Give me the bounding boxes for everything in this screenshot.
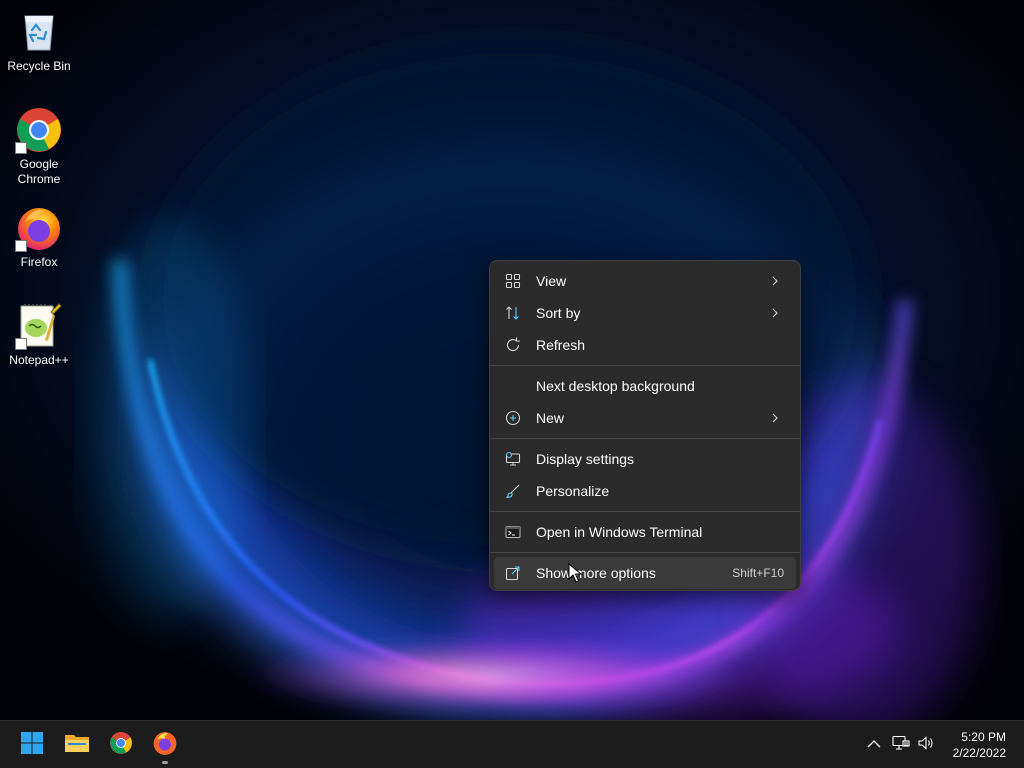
sort-icon bbox=[504, 304, 522, 322]
menu-item-refresh[interactable]: Refresh bbox=[494, 329, 796, 361]
menu-item-label: Refresh bbox=[536, 337, 586, 353]
shortcut-arrow-icon bbox=[15, 142, 27, 154]
menu-item-next-desktop-background[interactable]: Next desktop background bbox=[494, 370, 796, 402]
menu-item-label: Sort by bbox=[536, 305, 581, 321]
plus-circle-icon bbox=[504, 409, 522, 427]
desktop-context-menu[interactable]: View Sort by Refresh Next desktop backgr… bbox=[489, 260, 801, 591]
keyboard-shortcut: Shift+F10 bbox=[732, 566, 784, 580]
firefox-icon bbox=[15, 204, 63, 252]
menu-item-display-settings[interactable]: Display settings bbox=[494, 443, 796, 475]
chevron-right-icon bbox=[768, 274, 782, 288]
menu-item-label: Next desktop background bbox=[536, 378, 695, 394]
taskbar: 5:20 PM 2/22/2022 bbox=[0, 720, 1024, 768]
terminal-icon bbox=[504, 523, 522, 541]
menu-separator bbox=[490, 511, 800, 512]
brush-icon bbox=[504, 482, 522, 500]
windows-start-icon bbox=[20, 731, 44, 760]
desktop-icon-label: Firefox bbox=[20, 255, 58, 269]
network-status-button[interactable] bbox=[891, 735, 911, 755]
clock-date: 2/22/2022 bbox=[952, 746, 1006, 760]
volume-button[interactable] bbox=[916, 735, 936, 755]
menu-item-label: New bbox=[536, 410, 565, 426]
menu-item-open-in-windows-terminal[interactable]: Open in Windows Terminal bbox=[494, 516, 796, 548]
chrome-icon bbox=[109, 731, 133, 760]
volume-icon bbox=[917, 735, 935, 756]
shortcut-arrow-icon bbox=[15, 240, 27, 252]
desktop-icon-label: Recycle Bin bbox=[7, 59, 71, 73]
desktop-icon-label: Google Chrome bbox=[17, 157, 61, 186]
start-button[interactable] bbox=[12, 725, 52, 765]
menu-item-personalize[interactable]: Personalize bbox=[494, 475, 796, 507]
chevron-right-icon bbox=[768, 411, 782, 425]
display-settings-icon bbox=[504, 450, 522, 468]
network-icon bbox=[892, 735, 910, 756]
chevron-up-icon bbox=[867, 736, 881, 754]
mouse-cursor-icon bbox=[568, 563, 582, 583]
taskbar-google-chrome[interactable] bbox=[101, 725, 141, 765]
menu-separator bbox=[490, 552, 800, 553]
shortcut-arrow-icon bbox=[15, 338, 27, 350]
desktop[interactable]: Recycle Bin Google Chrome Firefox Notepa… bbox=[0, 0, 1024, 720]
menu-separator bbox=[490, 365, 800, 366]
menu-item-label: View bbox=[536, 273, 567, 289]
chevron-right-icon bbox=[768, 306, 782, 320]
refresh-icon bbox=[504, 336, 522, 354]
recycle-bin-icon bbox=[15, 8, 63, 56]
grid-view-icon bbox=[504, 272, 522, 290]
desktop-icon-notepadpp[interactable]: Notepad++ bbox=[1, 302, 77, 368]
menu-item-label: Personalize bbox=[536, 483, 610, 499]
desktop-icon-firefox[interactable]: Firefox bbox=[1, 204, 77, 270]
taskbar-firefox[interactable] bbox=[145, 725, 185, 765]
taskbar-file-explorer[interactable] bbox=[57, 725, 97, 765]
chrome-icon bbox=[15, 106, 63, 154]
desktop-icon-label: Notepad++ bbox=[9, 353, 69, 367]
menu-separator bbox=[490, 438, 800, 439]
running-indicator bbox=[162, 761, 168, 764]
more-options-icon bbox=[504, 564, 522, 582]
menu-item-new[interactable]: New bbox=[494, 402, 796, 434]
menu-item-label: Show more options bbox=[536, 565, 656, 581]
firefox-icon bbox=[152, 730, 178, 761]
menu-item-sort-by[interactable]: Sort by bbox=[494, 297, 796, 329]
notepadpp-icon bbox=[15, 302, 63, 350]
taskbar-clock[interactable]: 5:20 PM 2/22/2022 bbox=[936, 729, 1006, 761]
menu-item-view[interactable]: View bbox=[494, 265, 796, 297]
desktop-icon-recycle-bin[interactable]: Recycle Bin bbox=[1, 8, 77, 74]
clock-time: 5:20 PM bbox=[961, 730, 1006, 744]
menu-item-label: Open in Windows Terminal bbox=[536, 524, 703, 540]
file-explorer-icon bbox=[64, 732, 90, 759]
menu-item-show-more-options[interactable]: Show more options Shift+F10 bbox=[494, 557, 796, 589]
show-hidden-icons-button[interactable] bbox=[864, 735, 884, 755]
menu-item-label: Display settings bbox=[536, 451, 635, 467]
desktop-icon-google-chrome[interactable]: Google Chrome bbox=[1, 106, 77, 187]
